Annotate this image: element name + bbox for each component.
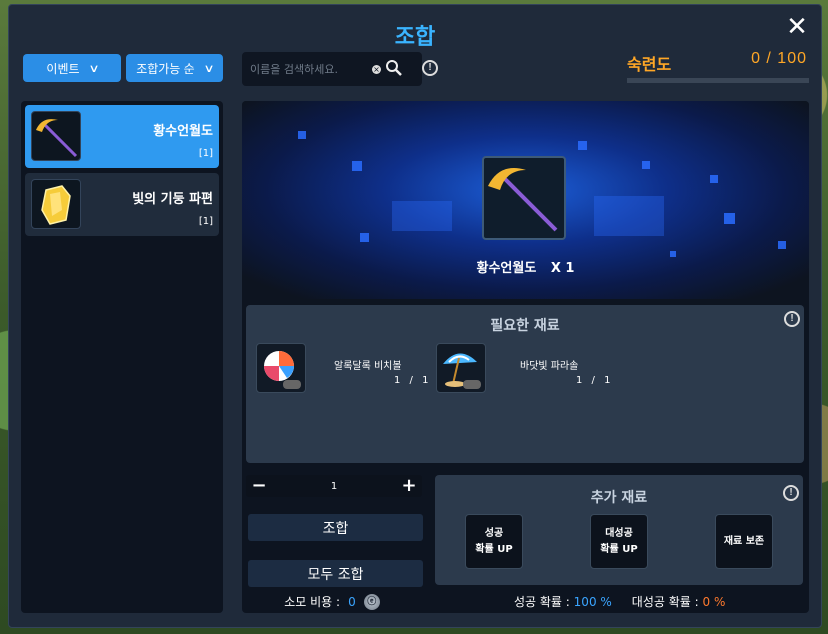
crafting-window: 조합 ✕ 이벤트 ∨ 조합가능 순 ∨ × ! 숙련도 0 / 100 황수언월… [8,4,822,628]
golden-pickaxe-icon [31,111,81,161]
event-filter-label: 이벤트 [46,61,80,76]
cost-value: 0 [348,594,356,609]
extra-materials: 추가 재료 ! 성공 확률 UP 대성공 확률 UP 재료 보존 [435,475,803,585]
clear-icon[interactable]: × [372,64,381,74]
material-owned: 1 [394,375,404,386]
increase-button[interactable]: + [401,477,417,495]
great-success-rate-label: 대성공 확률 : [631,595,699,609]
quantity-stepper: − 1 + [246,475,422,497]
extra-materials-title: 추가 재료 [590,490,648,506]
material-quantity: 1 / 1 [394,375,432,386]
recipe-list: 황수언월도 [1] 빛의 기둥 파편 [1] [21,101,223,613]
craft-all-button[interactable]: 모두 조합 [248,560,423,587]
decor-pixel [778,241,786,249]
light-crystal-shard-icon [31,179,81,229]
craft-button[interactable]: 조합 [248,514,423,541]
search-icon[interactable] [385,59,403,80]
extra-info-icon[interactable]: ! [783,485,799,501]
beach-parasol-icon[interactable] [436,343,486,393]
mastery-label: 숙련도 [627,55,672,74]
great-success-rate: 대성공 확률 : 0 % [632,593,726,610]
recipe-count: [1] [198,216,213,227]
craft-rates: 성공 확률 : 100 % 대성공 확률 : 0 % [514,593,725,610]
search-box: × [242,52,422,86]
material-preserve-button[interactable]: 재료 보존 [715,514,773,569]
recipe-detail-panel: 황수언월도 X 1 필요한 재료 ! 알록달록 비치볼 1 / 1 바닷빛 파라… [242,101,809,613]
success-rate-up-button[interactable]: 성공 확률 UP [465,514,523,569]
materials-info-icon[interactable]: ! [784,311,800,327]
great-success-rate-value: 0 % [702,595,726,609]
decor-pixel [352,161,362,171]
coin-icon: ⓔ [363,593,380,610]
decor-pixel [298,131,306,139]
recipe-name: 빛의 기둥 파편 [132,192,213,207]
decor-pixel [578,141,587,150]
material-required: 1 [604,375,614,386]
recipe-item[interactable]: 빛의 기둥 파편 [1] [25,173,219,236]
decor-pixel [594,196,664,236]
preview-multiplier: X 1 [550,261,575,276]
preview-item-name: 황수언월도 [476,261,537,276]
material-name: 알록달록 비치볼 [334,361,402,372]
success-rate-label: 성공 확률 : [514,595,570,609]
golden-pickaxe-icon [482,156,566,240]
preview-name: 황수언월도 X 1 [242,257,809,276]
required-materials-title: 필요한 재료 [490,318,560,334]
mastery-value: 0 / 100 [751,50,807,67]
quantity-value: 1 [330,480,338,492]
material-name: 바닷빛 파라솔 [520,361,579,372]
search-input[interactable] [250,62,368,76]
recipe-count: [1] [198,148,213,159]
close-button[interactable]: ✕ [785,14,809,40]
decor-pixel [710,175,718,183]
recipe-name: 황수언월도 [153,124,213,139]
success-rate: 성공 확률 : 100 % [514,593,612,610]
search-info-icon[interactable]: ! [422,60,438,76]
recipe-item[interactable]: 황수언월도 [1] [25,105,219,168]
chevron-down-icon: ∨ [87,62,100,75]
decor-pixel [392,201,452,231]
event-filter-dropdown[interactable]: 이벤트 ∨ [23,54,121,82]
decor-pixel [724,213,735,224]
sort-label: 조합가능 순 [136,61,195,76]
decor-pixel [642,161,650,169]
success-rate-value: 100 % [573,595,612,609]
required-materials: 필요한 재료 ! 알록달록 비치볼 1 / 1 바닷빛 파라솔 1 / 1 [246,305,804,463]
decrease-button[interactable]: − [251,477,267,495]
chevron-down-icon: ∨ [203,62,215,75]
material-required: 1 [422,375,432,386]
window-title: 조합 [394,24,436,49]
cost-label: 소모 비용 : [284,595,341,609]
item-preview: 황수언월도 X 1 [242,101,809,299]
beach-ball-icon[interactable] [256,343,306,393]
decor-pixel [360,233,369,242]
material-quantity: 1 / 1 [576,375,614,386]
great-success-rate-up-button[interactable]: 대성공 확률 UP [590,514,648,569]
mastery-progress-bar [627,78,809,83]
craft-cost: 소모 비용 : 0 ⓔ [242,593,422,610]
material-owned: 1 [576,375,586,386]
sort-dropdown[interactable]: 조합가능 순 ∨ [126,54,223,82]
